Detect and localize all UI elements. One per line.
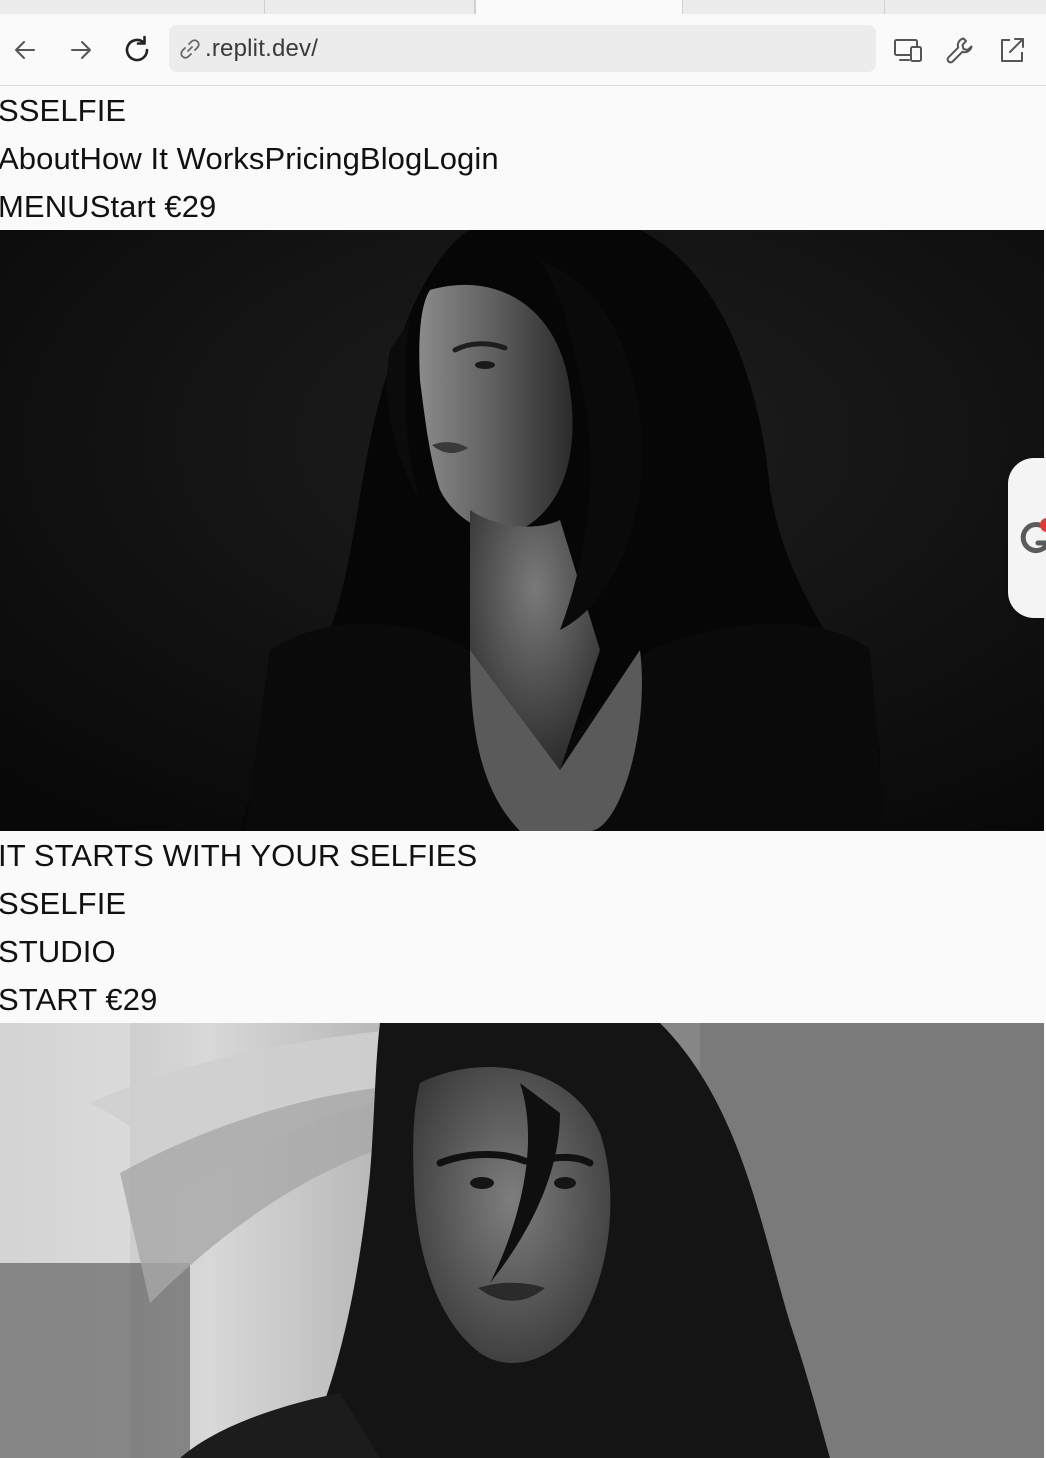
start-cta-button[interactable]: START €29 [0,982,157,1018]
arrow-right-icon [71,41,91,59]
hero-photo [0,230,1044,831]
browser-tab[interactable] [265,0,475,14]
browser-tab-strip [0,0,1046,15]
url-text[interactable]: .replit.dev/ [205,35,318,63]
nav-link-pricing[interactable]: Pricing [264,141,359,176]
section-tagline: IT STARTS WITH YOUR SELFIES [0,838,478,873]
link-icon [177,36,203,62]
start-cta-link[interactable]: Start €29 [90,189,217,224]
external-link-icon [1001,38,1024,62]
tools-button[interactable] [942,32,978,68]
nav-link-about[interactable]: About [0,141,80,176]
back-button[interactable] [8,33,42,67]
browser-tab[interactable] [683,0,885,14]
nav-link-login[interactable]: Login [422,141,498,176]
wrench-icon [946,37,973,64]
reload-icon [125,35,149,62]
site-logo[interactable]: SSELFIE [0,93,126,129]
forward-button[interactable] [64,33,98,67]
open-external-button[interactable] [994,32,1030,68]
nav-link-blog[interactable]: Blog [360,141,422,176]
site-nav: AboutHow It WorksPricingBlogLogin [0,141,499,177]
grammarly-widget[interactable] [1008,458,1046,618]
devices-icon [894,39,922,62]
brand-line-2: STUDIO [0,934,116,969]
header-actions: MENUStart €29 [0,189,216,225]
reload-button[interactable] [120,33,154,67]
brand-line-1: SSELFIE [0,886,127,921]
second-photo [0,1023,1044,1458]
browser-tab-active[interactable] [475,0,683,15]
devices-button[interactable] [890,32,926,68]
address-bar[interactable]: .replit.dev/ [169,25,876,72]
browser-tab[interactable] [0,0,265,14]
menu-button[interactable]: MENU [0,189,90,224]
browser-toolbar: .replit.dev/ [0,14,1046,86]
nav-link-how-it-works[interactable]: How It Works [80,141,265,176]
arrow-left-icon [15,41,35,59]
